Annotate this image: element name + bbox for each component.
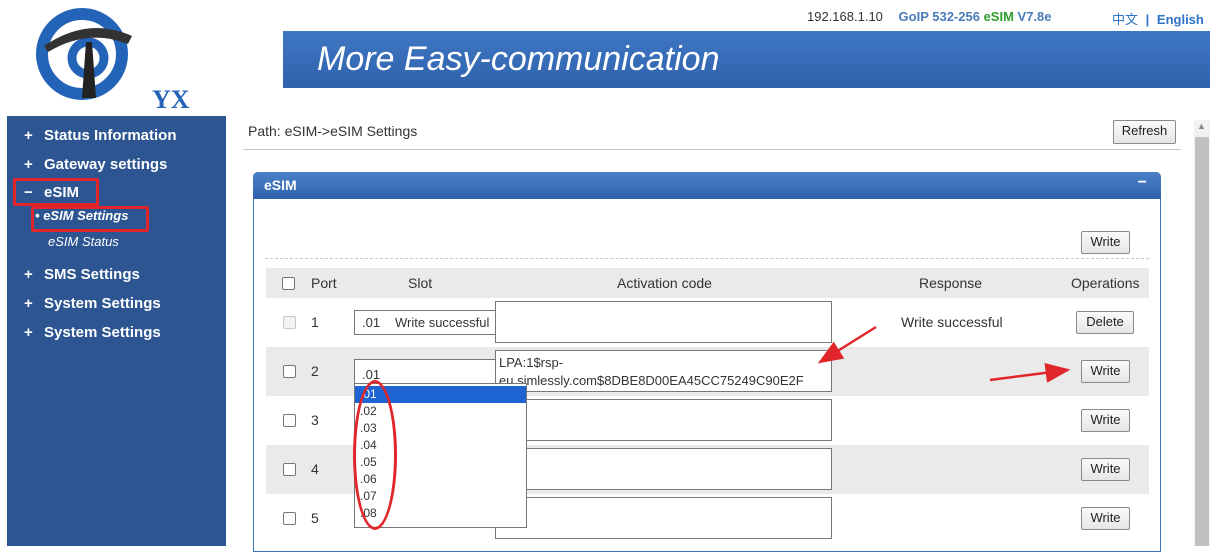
write-button[interactable]: Write [1081, 507, 1130, 530]
sidebar-item-sms-settings[interactable]: + SMS Settings [24, 266, 140, 283]
write-all-button[interactable]: Write [1081, 231, 1130, 254]
port-number: 3 [311, 412, 319, 428]
port-number: 1 [311, 314, 319, 330]
header-banner: More Easy-communication [283, 31, 1210, 88]
sidebar-item-system-settings-2[interactable]: + System Settings [24, 324, 161, 341]
delete-button[interactable]: Delete [1076, 311, 1134, 334]
select-all-checkbox[interactable] [282, 277, 295, 290]
row-checkbox [283, 316, 296, 329]
write-button[interactable]: Write [1081, 409, 1130, 432]
sidebar-item-system-settings[interactable]: + System Settings [24, 295, 161, 312]
table-row: 1 .01 Write successful Write successful … [266, 298, 1149, 347]
lang-english-link[interactable]: English [1157, 12, 1204, 27]
write-button[interactable]: Write [1081, 360, 1130, 383]
sidebar-item-gateway-settings[interactable]: + Gateway settings [24, 156, 167, 173]
column-activation-code: Activation code [617, 275, 712, 291]
esim-settings-highlight-box [31, 206, 149, 232]
activation-code-input[interactable] [495, 448, 832, 490]
refresh-button[interactable]: Refresh [1113, 120, 1176, 144]
esim-panel-header: eSIM − [253, 172, 1161, 199]
slot-status: Write successful [395, 315, 490, 330]
row-checkbox[interactable] [283, 463, 296, 476]
company-logo: YX [36, 8, 190, 114]
slot-select[interactable]: .01 Write successful [354, 310, 499, 335]
esim-highlight-box [13, 178, 99, 206]
scrollbar-thumb[interactable] [1195, 137, 1209, 546]
language-switch: 中文 | English [1112, 9, 1204, 28]
column-operations: Operations [1071, 275, 1140, 291]
row-checkbox[interactable] [283, 365, 296, 378]
row-checkbox[interactable] [283, 512, 296, 525]
activation-code-input[interactable] [495, 497, 832, 539]
sidebar-item-status-information[interactable]: + Status Information [24, 127, 177, 144]
port-number: 5 [311, 510, 319, 526]
breadcrumb: Path: eSIM->eSIM Settings [248, 123, 418, 139]
options-highlight-ellipse [353, 380, 397, 530]
row-checkbox[interactable] [283, 414, 296, 427]
sidebar-subitem-esim-status[interactable]: eSIM Status [48, 234, 119, 249]
lang-separator: | [1145, 12, 1150, 27]
scroll-up-arrow-icon[interactable]: ▲ [1197, 121, 1206, 131]
lang-chinese-link[interactable]: 中文 [1112, 12, 1138, 27]
activation-code-input[interactable]: LPA:1$rsp- eu.simlessly.com$8DBE8D00EA45… [495, 350, 832, 392]
path-divider [243, 149, 1181, 150]
svg-text:YX: YX [152, 85, 190, 114]
port-number: 4 [311, 461, 319, 477]
write-button[interactable]: Write [1081, 458, 1130, 481]
panel-title: eSIM [264, 177, 297, 193]
model-name: GoIP 532-256 eSIM V7.8e [898, 9, 1052, 24]
activation-code-input[interactable] [495, 301, 832, 343]
column-slot: Slot [408, 275, 433, 291]
column-response: Response [919, 275, 983, 291]
collapse-icon[interactable]: − [1138, 174, 1147, 192]
port-number: 2 [311, 363, 319, 379]
ip-address: 192.168.1.10 [807, 9, 883, 24]
response-text: Write successful [901, 314, 1003, 330]
banner-title: More Easy-communication [317, 40, 720, 78]
column-port: Port [311, 275, 337, 291]
device-info: 192.168.1.10 GoIP 532-256 eSIM V7.8e [807, 9, 1052, 24]
dashed-divider [265, 258, 1149, 259]
sidebar: + Status Information + Gateway settings − e… [7, 116, 226, 546]
activation-code-input[interactable] [495, 399, 832, 441]
table-header: Port Slot Activation code Response Opera… [266, 268, 1149, 298]
